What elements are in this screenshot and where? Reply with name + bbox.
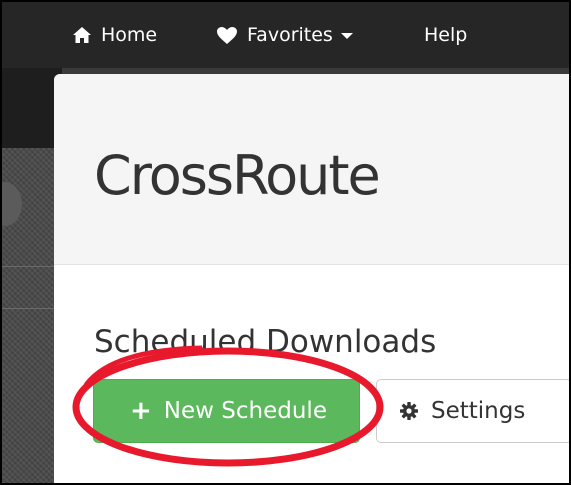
plus-icon: + — [130, 396, 152, 426]
new-schedule-label: New Schedule — [163, 398, 327, 424]
nav-help[interactable]: Help — [424, 22, 467, 48]
settings-button[interactable]: Settings — [376, 379, 569, 443]
new-schedule-button[interactable]: + New Schedule — [93, 379, 360, 443]
nav-home-label: Home — [101, 24, 158, 46]
strip-divider — [2, 266, 54, 267]
settings-label: Settings — [431, 398, 526, 424]
nav-favorites-label: Favorites — [247, 24, 333, 46]
page-title: CrossRoute — [94, 144, 381, 207]
main-panel: CrossRoute Scheduled Downloads + New Sch… — [54, 74, 569, 483]
nav-help-label: Help — [424, 24, 468, 46]
nav-home[interactable]: Home — [72, 22, 157, 48]
chevron-down-icon — [340, 33, 353, 39]
page-header: CrossRoute — [54, 74, 569, 265]
gear-icon — [399, 401, 419, 421]
home-icon — [72, 26, 92, 44]
heart-icon — [216, 26, 238, 45]
screenshot-frame: Home Favorites Help CrossRoute Scheduled… — [0, 0, 571, 485]
top-navbar: Home Favorites Help — [2, 2, 569, 68]
section-title: Scheduled Downloads — [94, 324, 437, 360]
background-band — [2, 68, 62, 148]
strip-divider — [2, 308, 54, 309]
nav-favorites-dropdown[interactable]: Favorites — [216, 22, 353, 48]
